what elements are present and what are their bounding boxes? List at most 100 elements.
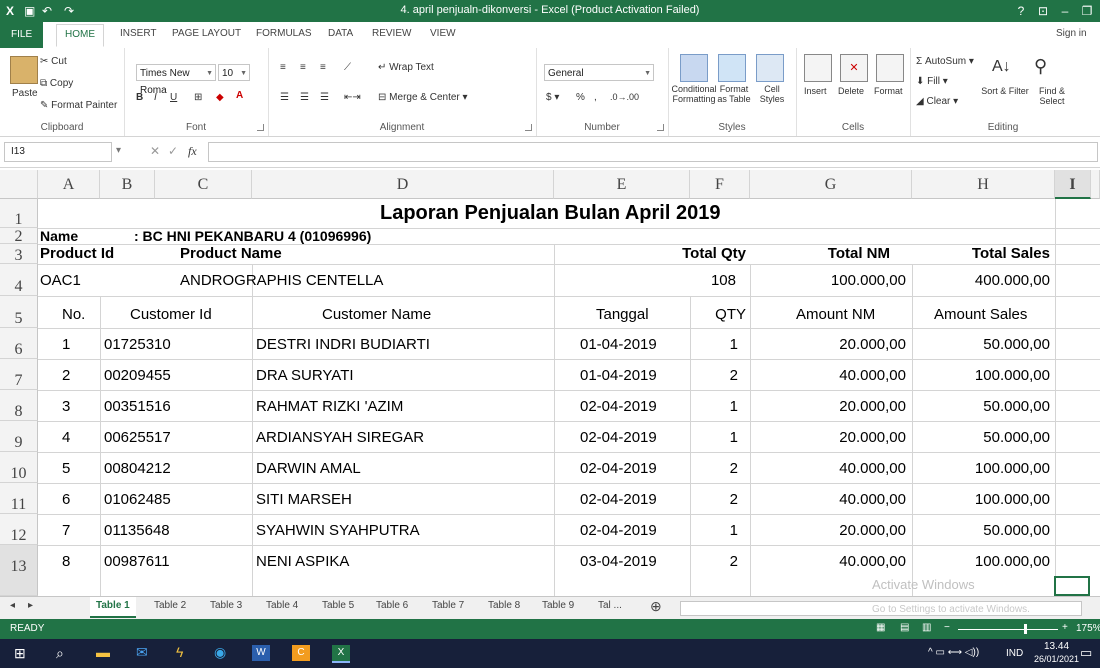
insert-cells-icon[interactable] — [804, 54, 832, 82]
conditional-formatting-icon[interactable] — [680, 54, 708, 82]
row-customer-id[interactable]: 00625517 — [104, 429, 171, 446]
fill-color-icon[interactable]: ◆ — [216, 92, 224, 103]
tab-review[interactable]: REVIEW — [372, 28, 411, 39]
fill-button[interactable]: ⬇ Fill ▾ — [916, 76, 948, 87]
column-header-a[interactable]: A — [38, 170, 100, 199]
cancel-icon[interactable]: ✕ — [150, 144, 160, 158]
row-no[interactable]: 5 — [62, 460, 70, 477]
row-header-2[interactable]: 2 — [0, 228, 38, 245]
row-amount-sales[interactable]: 100.000,00 — [912, 460, 1050, 477]
row-tanggal[interactable]: 01-04-2019 — [580, 336, 657, 353]
app-icon[interactable]: ϟ — [176, 644, 183, 660]
row-amount-sales[interactable]: 100.000,00 — [912, 553, 1050, 570]
mail-icon[interactable]: ✉ — [136, 644, 148, 661]
ribbon-display-icon[interactable]: ⊡ — [1032, 2, 1054, 20]
notification-icon[interactable]: ▭ — [1080, 645, 1092, 661]
row-amount-sales[interactable]: 50.000,00 — [912, 336, 1050, 353]
formula-input[interactable] — [208, 142, 1098, 162]
edge-icon[interactable]: ◉ — [214, 644, 226, 661]
row-no[interactable]: 2 — [62, 367, 70, 384]
row-tanggal[interactable]: 02-04-2019 — [580, 398, 657, 415]
row-customer-id[interactable]: 01725310 — [104, 336, 171, 353]
row-header-3[interactable]: 3 — [0, 244, 38, 264]
row-no[interactable]: 4 — [62, 429, 70, 446]
row-amount-nm[interactable]: 40.000,00 — [750, 491, 906, 508]
format-table-button[interactable]: Format as Table — [714, 84, 754, 104]
row-tanggal[interactable]: 02-04-2019 — [580, 522, 657, 539]
clock-time[interactable]: 13.44 — [1044, 641, 1069, 652]
row-amount-nm[interactable]: 20.000,00 — [750, 398, 906, 415]
comma-button[interactable]: , — [594, 92, 597, 103]
add-sheet-icon[interactable]: ⊕ — [650, 598, 662, 615]
row-header-1[interactable]: 1 — [0, 199, 38, 228]
row-header-9[interactable]: 9 — [0, 421, 38, 452]
column-header-c[interactable]: C — [155, 170, 252, 199]
increase-decimal-icon[interactable]: .0→.00 — [610, 92, 639, 102]
column-header-h[interactable]: H — [912, 170, 1055, 199]
sheet-tab-table9[interactable]: Table 9 — [542, 600, 574, 611]
format-painter-button[interactable]: ✎ Format Painter — [40, 100, 117, 111]
system-tray-icons[interactable]: ^ ▭ ⟷ ◁)) — [928, 647, 979, 658]
row-header-11[interactable]: 11 — [0, 483, 38, 514]
active-cell[interactable] — [1054, 576, 1090, 596]
sign-in-link[interactable]: Sign in — [1056, 28, 1087, 39]
font-size-select[interactable]: 10 ▼ — [218, 64, 250, 81]
row-qty[interactable]: 1 — [690, 522, 738, 539]
row-header-12[interactable]: 12 — [0, 514, 38, 545]
row-customer-name[interactable]: SYAHWIN SYAHPUTRA — [256, 522, 420, 539]
sheet-tab-table2[interactable]: Table 2 — [154, 600, 186, 611]
align-left-icon[interactable]: ☰ — [280, 92, 289, 103]
number-format-select[interactable]: General ▼ — [544, 64, 654, 81]
align-bottom-icon[interactable]: ≡ — [320, 62, 326, 73]
row-customer-id[interactable]: 00351516 — [104, 398, 171, 415]
start-icon[interactable]: ⊞ — [14, 645, 26, 662]
tab-file[interactable]: FILE — [0, 22, 44, 48]
row-customer-name[interactable]: NENI ASPIKA — [256, 553, 349, 570]
format-button[interactable]: Format — [874, 86, 903, 96]
row-header-10[interactable]: 10 — [0, 452, 38, 483]
row-amount-sales[interactable]: 50.000,00 — [912, 522, 1050, 539]
row-customer-id[interactable]: 01135648 — [104, 522, 170, 539]
clear-button[interactable]: ◢ Clear ▾ — [916, 96, 958, 107]
autosum-button[interactable]: Σ AutoSum ▾ — [916, 56, 974, 67]
row-header-7[interactable]: 7 — [0, 359, 38, 390]
border-icon[interactable]: ⊞ — [194, 92, 202, 103]
page-break-view-icon[interactable]: ▥ — [922, 622, 931, 633]
row-amount-nm[interactable]: 40.000,00 — [750, 367, 906, 384]
sheet-tab-table8[interactable]: Table 8 — [488, 600, 520, 611]
vertical-scrollbar[interactable] — [1091, 170, 1100, 199]
delete-button[interactable]: Delete — [838, 86, 864, 96]
row-amount-nm[interactable]: 40.000,00 — [750, 460, 906, 477]
row-customer-id[interactable]: 01062485 — [104, 491, 171, 508]
row-customer-name[interactable]: DRA SURYATI — [256, 367, 354, 384]
column-header-d[interactable]: D — [252, 170, 554, 199]
sheet-tab-table5[interactable]: Table 5 — [322, 600, 354, 611]
insert-button[interactable]: Insert — [804, 86, 827, 96]
currency-icon[interactable]: $ ▾ — [546, 92, 559, 103]
zoom-in-icon[interactable]: + — [1062, 622, 1068, 633]
row-no[interactable]: 3 — [62, 398, 70, 415]
row-tanggal[interactable]: 02-04-2019 — [580, 429, 657, 446]
conditional-formatting-button[interactable]: Conditional Formatting — [670, 84, 718, 104]
file-explorer-icon[interactable]: ▬ — [96, 644, 110, 660]
select-all-corner[interactable] — [0, 170, 38, 199]
sheet-tab-table6[interactable]: Table 6 — [376, 600, 408, 611]
row-tanggal[interactable]: 02-04-2019 — [580, 491, 657, 508]
copy-button[interactable]: ⧉ Copy — [40, 78, 73, 89]
page-layout-view-icon[interactable]: ▤ — [900, 622, 909, 633]
normal-view-icon[interactable]: ▦ — [876, 622, 885, 633]
tab-view[interactable]: VIEW — [430, 28, 456, 39]
language-indicator[interactable]: IND — [1006, 648, 1023, 659]
font-color-icon[interactable]: A — [236, 90, 243, 101]
row-no[interactable]: 6 — [62, 491, 70, 508]
paste-button[interactable]: Paste — [12, 88, 38, 99]
zoom-slider-thumb[interactable] — [1024, 624, 1027, 634]
row-amount-nm[interactable]: 20.000,00 — [750, 429, 906, 446]
row-header-6[interactable]: 6 — [0, 328, 38, 359]
row-qty[interactable]: 2 — [690, 367, 738, 384]
row-amount-nm[interactable]: 40.000,00 — [750, 553, 906, 570]
row-qty[interactable]: 2 — [690, 553, 738, 570]
column-header-e[interactable]: E — [554, 170, 690, 199]
row-amount-nm[interactable]: 20.000,00 — [750, 336, 906, 353]
zoom-out-icon[interactable]: − — [944, 622, 950, 633]
